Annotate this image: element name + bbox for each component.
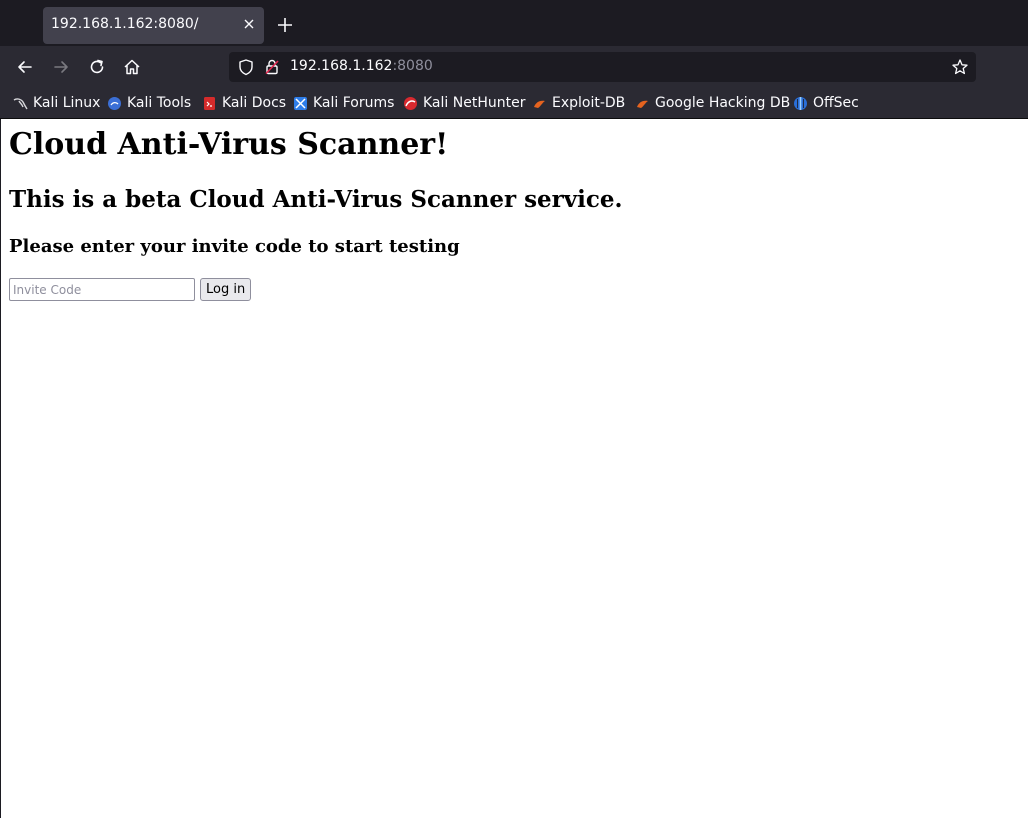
tab-active[interactable]: 192.168.1.162:8080/ (43, 7, 264, 44)
bookmark-label: Exploit-DB (552, 95, 626, 111)
back-arrow-icon[interactable] (15, 57, 35, 77)
new-tab-plus-icon[interactable] (275, 15, 295, 35)
page-content: Cloud Anti-Virus Scanner! This is a beta… (1, 119, 1028, 818)
exploit-db-icon (534, 100, 545, 108)
page-subtitle: This is a beta Cloud Anti-Virus Scanner … (9, 186, 623, 213)
tracking-protection-shield-icon[interactable] (237, 58, 255, 76)
navigation-toolbar: 192.168.1.162:8080 (0, 46, 1028, 88)
url-host: 192.168.1.162 (290, 58, 393, 74)
bookmarks-toolbar: Kali Linux Kali Tools Kali Docs Kali For… (0, 88, 1028, 119)
bookmark-google-hacking-db[interactable]: Google Hacking DB (635, 94, 790, 112)
bookmark-label: Kali NetHunter (423, 95, 526, 111)
tab-strip: 192.168.1.162:8080/ (0, 0, 1028, 46)
browser-window: 192.168.1.162:8080/ 192.168.1.162:8080 K… (0, 0, 1028, 818)
bookmark-kali-linux[interactable]: Kali Linux (13, 94, 100, 112)
bookmark-offsec[interactable]: OffSec (793, 94, 859, 112)
close-icon[interactable] (240, 15, 258, 33)
google-hacking-db-icon (637, 100, 648, 108)
kali-dragon-icon (13, 97, 28, 109)
bookmark-star-icon[interactable] (951, 58, 969, 76)
page-title: Cloud Anti-Virus Scanner! (9, 127, 449, 162)
url-bar[interactable]: 192.168.1.162:8080 (229, 52, 976, 82)
kali-docs-icon (204, 96, 215, 110)
bookmark-exploit-db[interactable]: Exploit-DB (532, 94, 625, 112)
login-button[interactable]: Log in (200, 278, 252, 301)
kali-forums-icon (294, 96, 307, 110)
bookmark-label: Google Hacking DB (655, 95, 791, 111)
invite-instruction: Please enter your invite code to start t… (9, 236, 460, 257)
bookmark-label: Kali Linux (33, 95, 101, 111)
bookmark-kali-nethunter[interactable]: Kali NetHunter (403, 94, 525, 112)
bookmark-label: OffSec (813, 95, 859, 111)
kali-nethunter-icon (404, 96, 417, 110)
offsec-icon (794, 96, 807, 110)
home-icon[interactable] (122, 57, 142, 77)
url-text[interactable]: 192.168.1.162:8080 (290, 58, 433, 74)
reload-icon[interactable] (87, 57, 107, 77)
bookmark-label: Kali Docs (222, 95, 287, 111)
bookmark-kali-forums[interactable]: Kali Forums (293, 94, 394, 112)
bookmark-label: Kali Tools (127, 95, 192, 111)
tab-title: 192.168.1.162:8080/ (51, 16, 199, 32)
kali-tools-icon (108, 96, 121, 110)
url-port: :8080 (392, 58, 433, 74)
bookmark-kali-docs[interactable]: Kali Docs (202, 94, 286, 112)
invite-code-input[interactable] (9, 278, 195, 301)
bookmark-kali-tools[interactable]: Kali Tools (107, 94, 191, 112)
bookmark-label: Kali Forums (313, 95, 395, 111)
insecure-lock-icon[interactable] (263, 58, 281, 76)
forward-arrow-icon[interactable] (51, 57, 71, 77)
